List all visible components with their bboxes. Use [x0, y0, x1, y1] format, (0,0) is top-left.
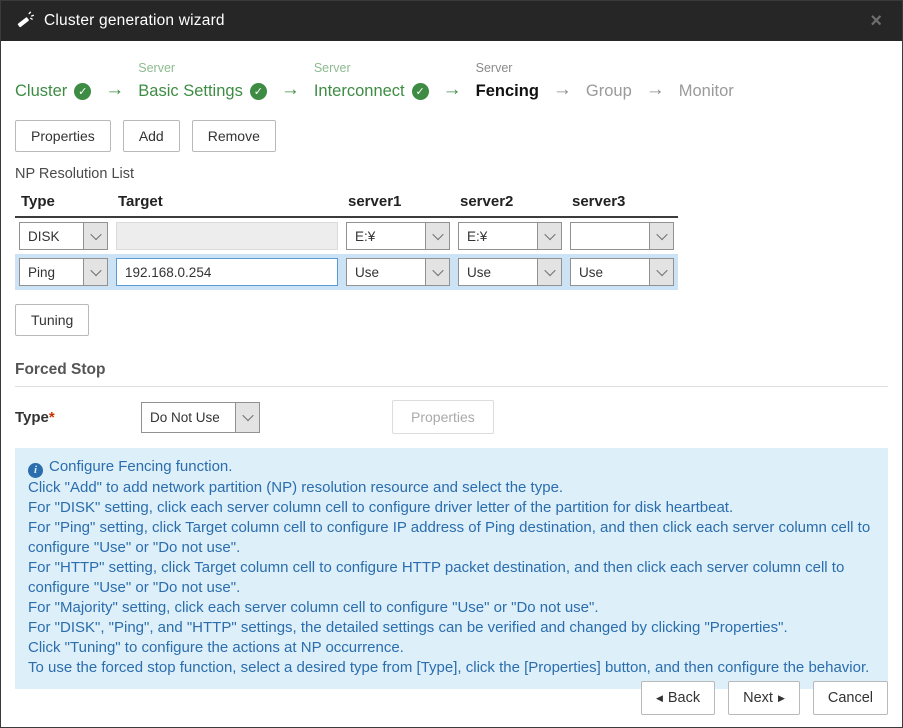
type-label: Type* [15, 409, 141, 426]
step-cluster[interactable]: Cluster ✓ [15, 61, 91, 103]
server3-select[interactable]: Use [570, 258, 674, 286]
step-label: Group [586, 82, 632, 101]
column-header-server1: server1 [342, 191, 454, 216]
step-label: Cluster [15, 82, 67, 101]
chevron-down-icon [649, 259, 673, 285]
info-line: For "DISK" setting, click each server co… [28, 498, 875, 518]
chevron-down-icon [537, 223, 561, 249]
properties-button[interactable]: Properties [15, 120, 111, 152]
type-select[interactable]: Ping [19, 258, 108, 286]
remove-button[interactable]: Remove [192, 120, 276, 152]
select-value: E:¥ [459, 223, 537, 249]
info-line: For "Ping" setting, click Target column … [28, 518, 875, 558]
wizard-stepper: Cluster ✓ → Server Basic Settings ✓ → Serv… [15, 55, 888, 103]
step-basic-settings[interactable]: Server Basic Settings ✓ [138, 61, 267, 103]
chevron-down-icon [235, 403, 259, 432]
check-icon: ✓ [412, 83, 429, 100]
footer-buttons: ◀Back Next▶ Cancel [641, 681, 888, 715]
step-group-label: Server [314, 61, 429, 79]
forced-stop-properties-button[interactable]: Properties [392, 400, 494, 434]
table-row-ping: Ping Use Use Use [15, 254, 888, 290]
select-value: Do Not Use [142, 403, 235, 432]
back-button[interactable]: ◀Back [641, 681, 715, 715]
info-box: iConfigure Fencing function. Click "Add"… [15, 448, 888, 689]
chevron-down-icon [425, 223, 449, 249]
magic-wand-icon [15, 11, 35, 31]
step-group-label: Server [138, 61, 267, 79]
dialog-titlebar: Cluster generation wizard × [1, 1, 902, 41]
info-icon: i [28, 463, 43, 478]
np-resolution-table: Type Target server1 server2 server3 DISK… [15, 191, 888, 290]
arrow-right-icon: → [281, 79, 300, 103]
info-line: For "HTTP" setting, click Target column … [28, 558, 875, 598]
server3-select[interactable] [570, 222, 674, 250]
step-interconnect[interactable]: Server Interconnect ✓ [314, 61, 429, 103]
column-header-type: Type [15, 191, 112, 216]
step-label: Monitor [679, 82, 734, 101]
select-value: Use [571, 259, 649, 285]
server2-select[interactable]: Use [458, 258, 562, 286]
select-value: Use [347, 259, 425, 285]
arrow-right-icon: → [553, 79, 572, 103]
step-label: Fencing [476, 82, 539, 101]
info-line: For "Majority" setting, click each serve… [28, 598, 875, 618]
forced-stop-heading: Forced Stop [15, 361, 888, 379]
chevron-down-icon [537, 259, 561, 285]
chevron-down-icon [649, 223, 673, 249]
cancel-button[interactable]: Cancel [813, 681, 888, 715]
server2-select[interactable]: E:¥ [458, 222, 562, 250]
info-line: Click "Tuning" to configure the actions … [28, 638, 875, 658]
step-group-label [586, 61, 632, 79]
step-group: Group [586, 61, 632, 103]
target-field-disabled [116, 222, 338, 250]
tuning-button[interactable]: Tuning [15, 304, 89, 336]
target-input[interactable] [116, 258, 338, 286]
step-fencing: Server Fencing [476, 61, 539, 103]
check-icon: ✓ [250, 83, 267, 100]
select-value: DISK [20, 223, 83, 249]
type-select[interactable]: DISK [19, 222, 108, 250]
select-value: E:¥ [347, 223, 425, 249]
select-value [571, 223, 649, 249]
forced-stop-type-row: Type* Do Not Use Properties [15, 401, 888, 433]
forced-stop-type-select[interactable]: Do Not Use [141, 402, 260, 433]
step-group-label [15, 61, 91, 79]
column-header-target: Target [112, 191, 342, 216]
chevron-down-icon [425, 259, 449, 285]
arrow-right-icon: → [443, 79, 462, 103]
server1-select[interactable]: Use [346, 258, 450, 286]
check-icon: ✓ [74, 83, 91, 100]
right-triangle-icon: ▶ [778, 693, 785, 703]
step-label: Basic Settings [138, 82, 243, 101]
info-line: For "DISK", "Ping", and "HTTP" settings,… [28, 618, 875, 638]
dialog-title: Cluster generation wizard [44, 12, 225, 30]
arrow-right-icon: → [105, 79, 124, 103]
chevron-down-icon [83, 223, 107, 249]
next-button[interactable]: Next▶ [728, 681, 800, 715]
table-row-disk: DISK E:¥ E:¥ [15, 218, 888, 254]
column-header-server3: server3 [566, 191, 678, 216]
select-value: Ping [20, 259, 83, 285]
left-triangle-icon: ◀ [656, 693, 663, 703]
step-label: Interconnect [314, 82, 405, 101]
step-group-label [679, 61, 734, 79]
arrow-right-icon: → [646, 79, 665, 103]
info-line: Click "Add" to add network partition (NP… [28, 478, 875, 498]
select-value: Use [459, 259, 537, 285]
step-monitor: Monitor [679, 61, 734, 103]
column-header-server2: server2 [454, 191, 566, 216]
section-divider [15, 386, 888, 387]
np-toolbar: Properties Add Remove [15, 120, 888, 152]
info-line: To use the forced stop function, select … [28, 658, 875, 678]
close-icon[interactable]: × [864, 9, 888, 33]
np-list-title: NP Resolution List [15, 166, 888, 182]
step-group-label: Server [476, 61, 539, 79]
add-button[interactable]: Add [123, 120, 180, 152]
server1-select[interactable]: E:¥ [346, 222, 450, 250]
chevron-down-icon [83, 259, 107, 285]
required-mark: * [49, 409, 55, 426]
table-header-row: Type Target server1 server2 server3 [15, 191, 678, 218]
info-line: iConfigure Fencing function. [28, 457, 875, 478]
